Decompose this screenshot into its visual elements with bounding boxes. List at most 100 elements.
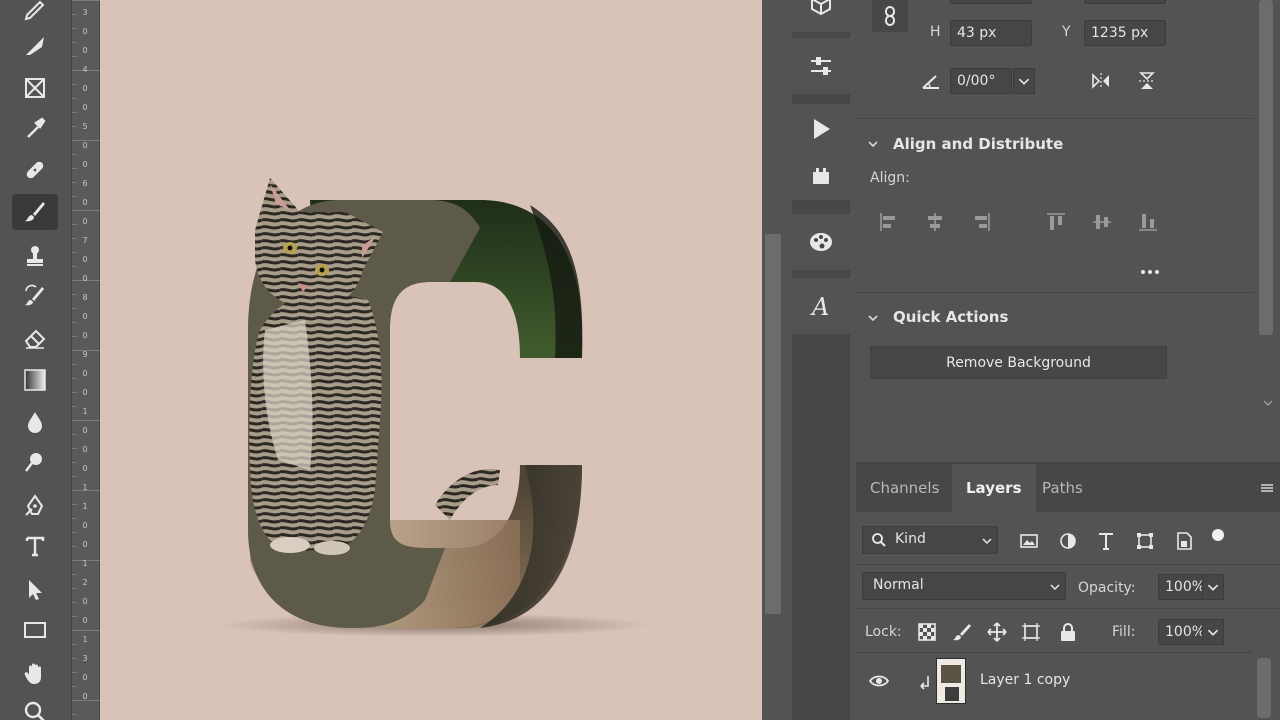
layer-row[interactable]: Layer 1 copy bbox=[856, 654, 1252, 714]
tool-type[interactable] bbox=[12, 528, 58, 564]
flip-horizontal-button[interactable] bbox=[1088, 68, 1114, 94]
lock-position-button[interactable] bbox=[984, 619, 1010, 645]
canvas-scrollbar-thumb[interactable] bbox=[765, 234, 781, 614]
filter-kind-dropdown[interactable]: Kind bbox=[862, 526, 998, 554]
panel-menu-button[interactable] bbox=[1254, 475, 1280, 501]
ruler-label: 0 bbox=[82, 198, 88, 207]
align-left-button[interactable] bbox=[876, 209, 902, 235]
strip-3d-button[interactable] bbox=[792, 0, 850, 34]
tool-dodge[interactable] bbox=[12, 444, 58, 480]
divider bbox=[856, 564, 1280, 565]
strip-swatches-button[interactable] bbox=[792, 214, 850, 272]
ruler-tick bbox=[72, 504, 77, 505]
height-field[interactable]: 43 px bbox=[950, 20, 1032, 46]
type-icon bbox=[25, 536, 45, 557]
tool-spot-healing[interactable] bbox=[12, 0, 58, 26]
tab-channels[interactable]: Channels bbox=[856, 464, 953, 512]
align-top-button[interactable] bbox=[1043, 209, 1069, 235]
ruler-label: 0 bbox=[82, 217, 88, 226]
layers-scrollbar[interactable] bbox=[1252, 652, 1280, 720]
tool-rectangle[interactable] bbox=[12, 612, 58, 648]
link-dimensions-button[interactable] bbox=[872, 0, 908, 32]
tool-pen[interactable] bbox=[12, 488, 58, 524]
image-icon bbox=[1020, 534, 1038, 548]
flip-vertical-button[interactable] bbox=[1134, 68, 1160, 94]
fill-dropdown[interactable] bbox=[1202, 619, 1224, 645]
lock-artboard-button[interactable] bbox=[1018, 619, 1044, 645]
layers-scrollbar-thumb[interactable] bbox=[1257, 658, 1271, 718]
strip-adjustments-button[interactable] bbox=[792, 38, 850, 96]
lock-label: Lock: bbox=[865, 624, 902, 640]
tool-gradient[interactable] bbox=[12, 362, 58, 398]
filter-toggle-icon[interactable] bbox=[1211, 528, 1225, 542]
angle-dropdown[interactable] bbox=[1013, 68, 1035, 94]
ruler-label: 1 bbox=[82, 502, 88, 511]
filter-type-button[interactable] bbox=[1093, 528, 1119, 554]
tab-layers[interactable]: Layers bbox=[952, 464, 1036, 512]
align-right-button[interactable] bbox=[968, 209, 994, 235]
document-canvas[interactable] bbox=[100, 0, 762, 720]
tool-eraser[interactable] bbox=[12, 320, 58, 356]
ruler-tick bbox=[72, 28, 77, 29]
scroll-down-icon[interactable] bbox=[1263, 398, 1273, 408]
blend-mode-dropdown[interactable]: Normal bbox=[862, 572, 1066, 600]
tool-brush[interactable] bbox=[12, 194, 58, 230]
lock-all-button[interactable] bbox=[1055, 619, 1081, 645]
quick-actions-title[interactable]: Quick Actions bbox=[893, 308, 1008, 326]
tab-paths[interactable]: Paths bbox=[1028, 464, 1097, 512]
lock-image-pixels-button[interactable] bbox=[949, 619, 975, 645]
strip-glyphs-button[interactable]: A bbox=[792, 278, 850, 336]
angle-field[interactable]: 0/00° bbox=[950, 68, 1012, 94]
align-vertical-center-button[interactable] bbox=[1089, 209, 1115, 235]
eye-icon bbox=[868, 675, 890, 687]
filter-adjustment-button[interactable] bbox=[1055, 528, 1081, 554]
opacity-label: Opacity: bbox=[1078, 580, 1136, 596]
properties-scrollbar-thumb[interactable] bbox=[1259, 0, 1273, 335]
ruler-tick bbox=[72, 588, 77, 589]
tool-eyedropper[interactable] bbox=[12, 110, 58, 146]
glyph-a-icon: A bbox=[810, 293, 829, 320]
filter-pixel-button[interactable] bbox=[1016, 528, 1042, 554]
x-field-partial[interactable] bbox=[1084, 0, 1166, 4]
ruler-label: 3 bbox=[82, 8, 88, 17]
tool-clone-stamp[interactable] bbox=[12, 238, 58, 274]
ruler-tick bbox=[72, 420, 100, 421]
tool-path-selection[interactable] bbox=[12, 572, 58, 608]
layer-name[interactable]: Layer 1 copy bbox=[980, 672, 1070, 688]
ruler-tick bbox=[72, 210, 100, 211]
align-horizontal-center-button[interactable] bbox=[922, 209, 948, 235]
align-bottom-button[interactable] bbox=[1135, 209, 1161, 235]
ruler-tick bbox=[72, 392, 77, 393]
ruler-tick bbox=[72, 448, 77, 449]
opacity-dropdown[interactable] bbox=[1202, 574, 1224, 600]
eyedropper-icon bbox=[27, 117, 46, 138]
strip-tool-presets-button[interactable] bbox=[792, 154, 850, 202]
strip-actions-button[interactable] bbox=[792, 104, 850, 156]
align-distribute-title[interactable]: Align and Distribute bbox=[893, 135, 1063, 153]
filter-smart-object-button[interactable] bbox=[1171, 528, 1197, 554]
ruler-tick bbox=[72, 476, 77, 477]
width-field-partial[interactable] bbox=[950, 0, 1032, 4]
tool-blur[interactable] bbox=[12, 404, 58, 440]
tool-healing-brush[interactable] bbox=[12, 152, 58, 188]
lock-transparent-pixels-button[interactable] bbox=[914, 619, 940, 645]
chevron-down-icon[interactable] bbox=[867, 138, 879, 150]
divider bbox=[856, 652, 1280, 653]
tool-frame[interactable] bbox=[12, 70, 58, 106]
filter-shape-button[interactable] bbox=[1132, 528, 1158, 554]
rectangle-icon bbox=[24, 622, 46, 638]
ruler-label: 0 bbox=[82, 388, 88, 397]
chevron-down-icon[interactable] bbox=[867, 312, 879, 324]
more-options-button[interactable] bbox=[1137, 258, 1163, 284]
tool-hand[interactable] bbox=[12, 656, 58, 692]
remove-background-button[interactable]: Remove Background bbox=[870, 346, 1167, 379]
palette-icon bbox=[810, 233, 832, 251]
tool-history-brush[interactable] bbox=[12, 278, 58, 314]
tool-slice[interactable] bbox=[12, 28, 58, 64]
eraser-icon bbox=[24, 329, 46, 349]
move-arrows-icon bbox=[987, 622, 1007, 642]
tool-zoom[interactable] bbox=[12, 694, 58, 720]
layer-visibility-toggle[interactable] bbox=[866, 668, 892, 694]
y-field[interactable]: 1235 px bbox=[1084, 20, 1166, 46]
ruler-tick bbox=[72, 462, 77, 463]
